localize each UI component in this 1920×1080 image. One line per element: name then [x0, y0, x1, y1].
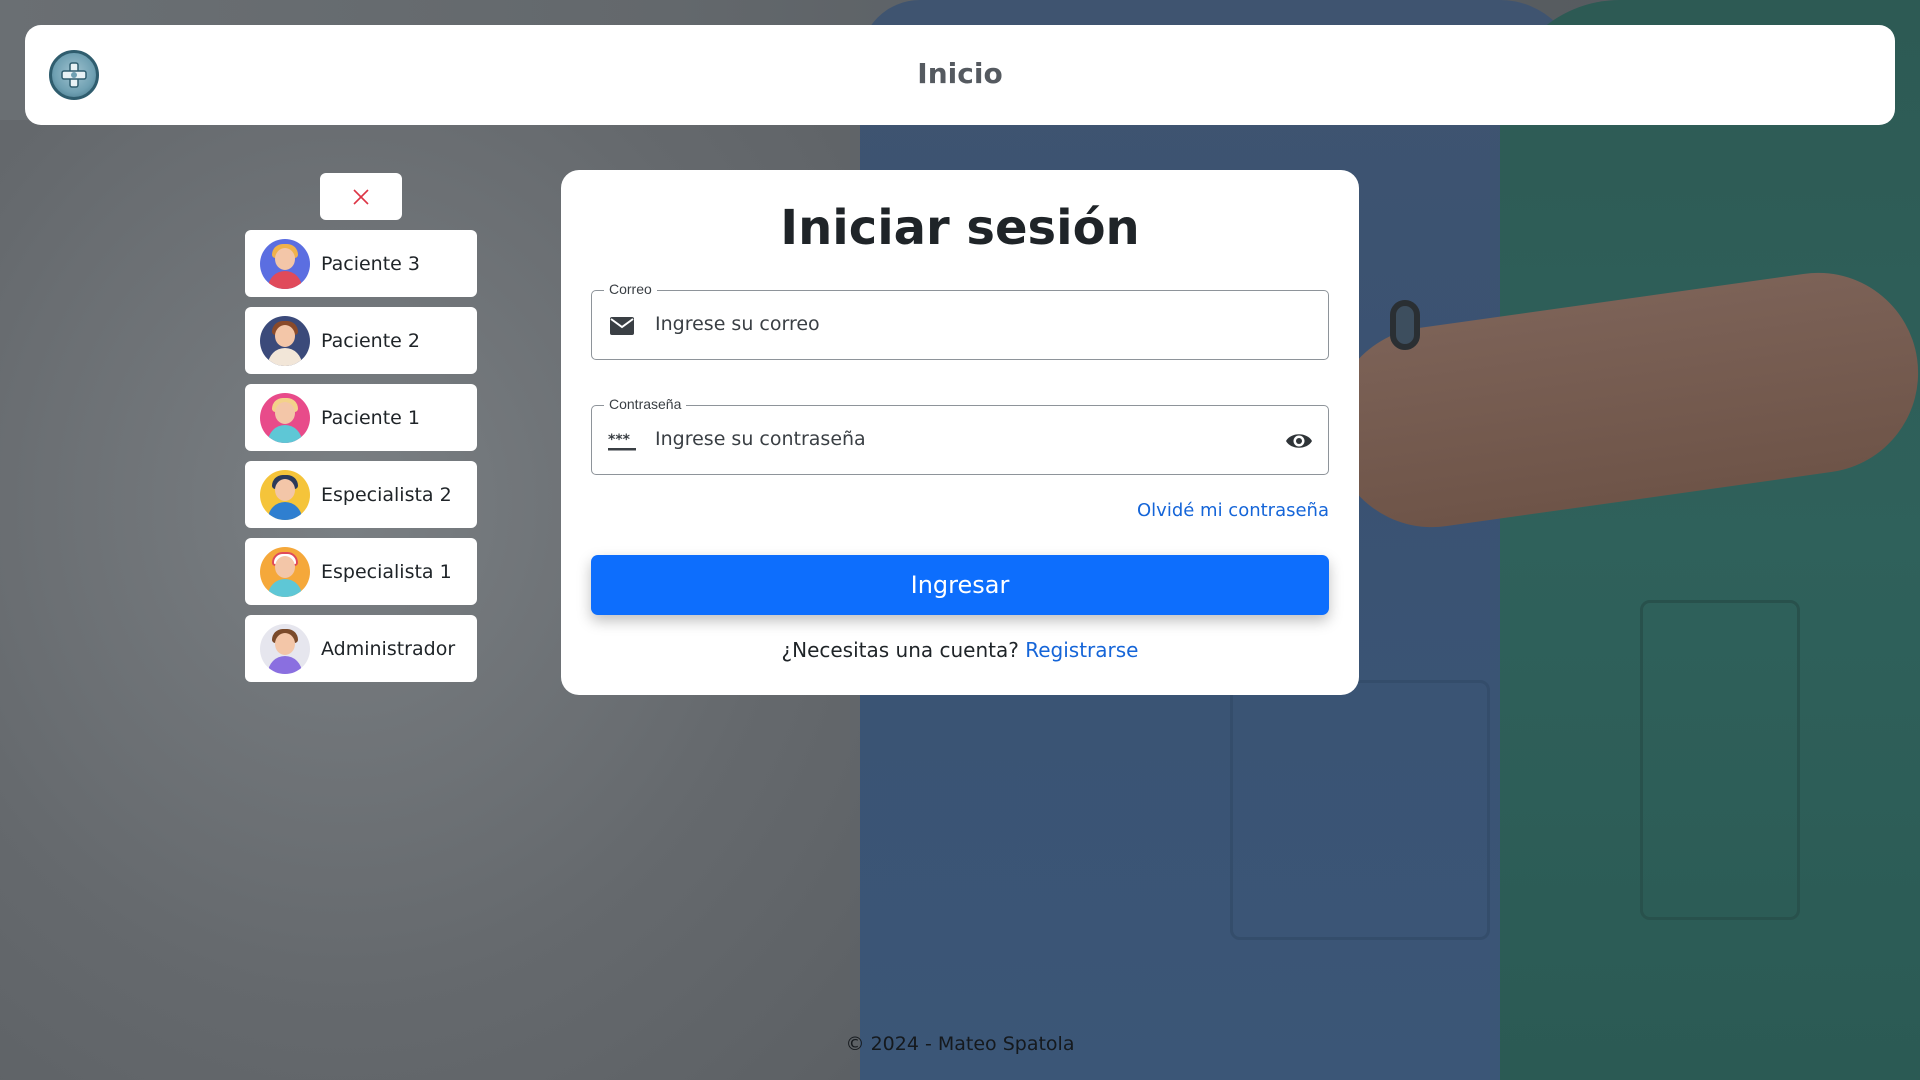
login-submit-button[interactable]: Ingresar	[591, 555, 1329, 615]
doctor-man-avatar	[260, 469, 310, 520]
close-quick-access-button[interactable]	[320, 173, 402, 220]
page-title: Inicio	[917, 57, 1003, 90]
password-field[interactable]: Contraseña *** Ingrese su contraseña	[591, 396, 1329, 475]
top-navbar: Inicio	[25, 25, 1895, 125]
signup-prompt: ¿Necesitas una cuenta?	[781, 638, 1019, 662]
footer-copyright: © 2024 - Mateo Spatola	[845, 1033, 1075, 1055]
quick-access-label: Paciente 2	[321, 329, 420, 352]
email-field[interactable]: Correo Ingrese su correo	[591, 281, 1329, 360]
nurse-avatar	[260, 546, 310, 597]
close-icon	[353, 188, 369, 205]
password-dots-icon: ***	[608, 432, 636, 451]
quick-access-label: Paciente 3	[321, 252, 420, 275]
quick-access-list: Paciente 3 Paciente 2 Paciente 1 Especia…	[245, 230, 477, 692]
password-legend: Contraseña	[604, 396, 687, 412]
patient-sick-avatar	[260, 315, 310, 366]
email-input[interactable]: Ingrese su correo	[655, 313, 820, 335]
quick-access-administrador[interactable]: Administrador	[245, 615, 477, 682]
signup-link[interactable]: Registrarse	[1025, 638, 1138, 662]
quick-access-paciente-2[interactable]: Paciente 2	[245, 307, 477, 374]
patient-woman-avatar	[260, 392, 310, 443]
quick-access-paciente-3[interactable]: Paciente 3	[245, 230, 477, 297]
login-title: Iniciar sesión	[780, 200, 1140, 256]
quick-access-label: Especialista 2	[321, 483, 452, 506]
quick-access-especialista-2[interactable]: Especialista 2	[245, 461, 477, 528]
quick-access-label: Administrador	[321, 637, 456, 660]
quick-access-label: Especialista 1	[321, 560, 452, 583]
password-input[interactable]: Ingrese su contraseña	[655, 428, 866, 450]
svg-text:***: ***	[608, 432, 631, 448]
email-legend: Correo	[604, 281, 657, 297]
eye-icon[interactable]	[1284, 428, 1314, 454]
admin-coder-avatar	[260, 623, 310, 674]
signup-row: ¿Necesitas una cuenta? Registrarse	[561, 638, 1359, 662]
patient-mask-avatar	[260, 238, 310, 289]
forgot-password-link[interactable]: Olvidé mi contraseña	[1137, 500, 1329, 521]
envelope-icon	[610, 317, 634, 335]
quick-access-label: Paciente 1	[321, 406, 420, 429]
quick-access-paciente-1[interactable]: Paciente 1	[245, 384, 477, 451]
login-card: Iniciar sesión Correo Ingrese su correo …	[561, 170, 1359, 695]
quick-access-especialista-1[interactable]: Especialista 1	[245, 538, 477, 605]
